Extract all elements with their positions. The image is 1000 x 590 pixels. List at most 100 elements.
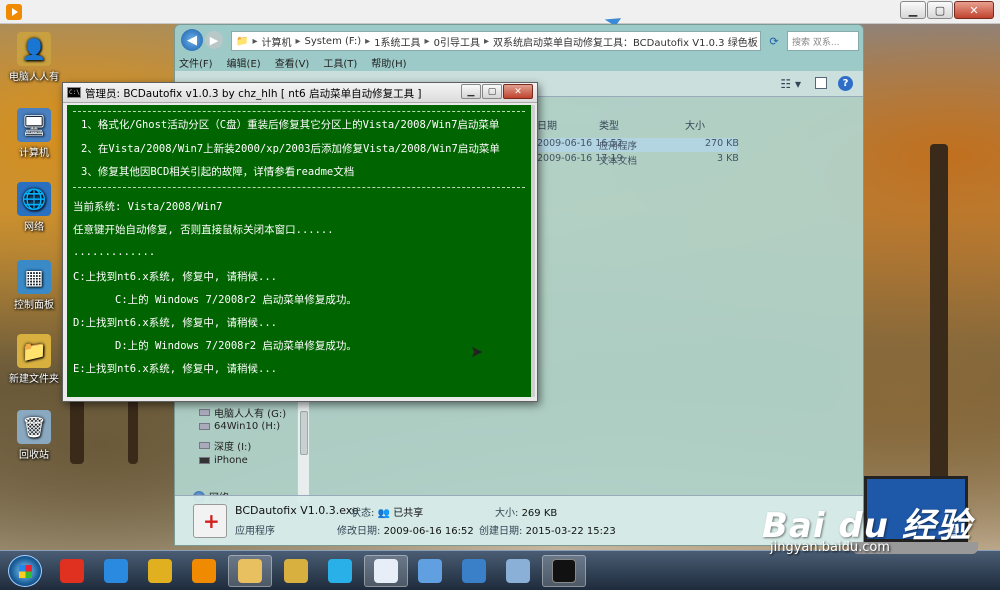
desktop-icon-network[interactable]: 🌐 网络 bbox=[6, 182, 62, 233]
console-divider bbox=[73, 187, 525, 188]
console-line: D:上找到nt6.x系统, 修复中, 请稍候... bbox=[73, 317, 278, 329]
details-size-value: 269 KB bbox=[521, 508, 558, 519]
nav-item-iphone[interactable]: iPhone bbox=[199, 455, 248, 466]
desktop-icon-control-panel[interactable]: ▦ 控制面板 bbox=[6, 260, 62, 311]
taskbar-paint[interactable] bbox=[496, 555, 540, 587]
console-scrollbar[interactable] bbox=[531, 105, 535, 397]
details-state: 状态: 👥 已共享 bbox=[351, 504, 423, 519]
player-title-bar[interactable]: ▁ ▢ ✕ bbox=[0, 0, 1000, 24]
preview-pane-icon[interactable] bbox=[815, 77, 827, 89]
file-row[interactable]: 2009-06-16 16:52 应用程序 270 KB bbox=[537, 138, 739, 152]
menu-view[interactable]: 查看(V) bbox=[275, 55, 310, 70]
view-options-icon[interactable]: ☷ ▾ bbox=[780, 77, 801, 91]
address-bar[interactable]: 📁 ▸ 计算机 ▸ System (F:) ▸ 1系统工具 ▸ 0引导工具 ▸ … bbox=[231, 31, 761, 51]
user-folder-icon: 👤 bbox=[17, 32, 51, 66]
cmd-icon bbox=[552, 559, 576, 583]
details-created-value: 2015-03-22 15:23 bbox=[525, 526, 616, 537]
network-icon: 🌐 bbox=[17, 182, 51, 216]
taskbar-folder[interactable] bbox=[274, 555, 318, 587]
taskbar-qq-browser[interactable] bbox=[318, 555, 362, 587]
menu-tools[interactable]: 工具(T) bbox=[323, 55, 357, 70]
console-divider bbox=[73, 111, 525, 112]
taskbar-cmd[interactable] bbox=[542, 555, 586, 587]
console-maximize-button[interactable]: ▢ bbox=[482, 84, 502, 99]
desktop-icon-label: 网络 bbox=[24, 222, 44, 233]
breadcrumb-item[interactable]: 计算机 bbox=[261, 34, 291, 49]
nav-item-drive-h[interactable]: 64Win10 (H:) bbox=[199, 421, 280, 432]
forward-arrow-icon[interactable]: ▶ bbox=[205, 31, 223, 49]
taskbar bbox=[0, 550, 1000, 590]
taskbar-network[interactable] bbox=[452, 555, 496, 587]
control-panel-icon: ▦ bbox=[17, 260, 51, 294]
desktop-icon-new-folder[interactable]: 📁 新建文件夹 bbox=[6, 334, 62, 385]
minimize-button[interactable]: ▁ bbox=[900, 1, 926, 19]
flower-app-icon bbox=[418, 559, 442, 583]
console-line: 当前系统: Vista/2008/Win7 bbox=[73, 201, 223, 213]
desktop-icon-computer[interactable]: 🖥 计算机 bbox=[6, 108, 62, 159]
breadcrumb-separator: ▸ bbox=[252, 35, 258, 47]
menu-file[interactable]: 文件(F) bbox=[179, 55, 213, 70]
player-window-controls: ▁ ▢ ✕ bbox=[900, 1, 994, 19]
breadcrumb-separator: ▸ bbox=[295, 35, 301, 47]
taskbar-360-browser[interactable] bbox=[50, 555, 94, 587]
console-title-bar[interactable]: C:\ 管理员: BCDautofix v1.0.3 by chz_hlh [ … bbox=[63, 83, 537, 103]
breadcrumb-item[interactable]: 1系统工具 bbox=[374, 34, 420, 49]
console-icon: C:\ bbox=[67, 87, 81, 98]
nav-scrollbar[interactable] bbox=[297, 397, 309, 503]
network-icon bbox=[462, 559, 486, 583]
nav-item-drive-g[interactable]: 电脑人人有 (G:) bbox=[199, 405, 286, 420]
scrollbar-thumb[interactable] bbox=[300, 411, 308, 455]
nav-item-drive-i[interactable]: 深度 (I:) bbox=[199, 438, 251, 453]
close-button[interactable]: ✕ bbox=[954, 1, 994, 19]
console-line: E:上找到nt6.x系统, 修复中, 请稍候... bbox=[73, 363, 278, 375]
desktop-icon-label: 回收站 bbox=[19, 450, 49, 461]
search-input[interactable]: 搜索 双系... bbox=[787, 31, 859, 51]
console-line: C:上的 Windows 7/2008r2 启动菜单修复成功。 bbox=[115, 294, 357, 306]
breadcrumb-separator: ▸ bbox=[424, 35, 430, 47]
menu-edit[interactable]: 编辑(E) bbox=[227, 55, 261, 70]
nav-item-label: 深度 (I:) bbox=[214, 442, 252, 453]
watermark-url: jingyan.baidu.com bbox=[770, 540, 890, 555]
console-line: 2、在Vista/2008/Win7上新装2000/xp/2003后添加修复Vi… bbox=[81, 143, 500, 155]
console-line: D:上的 Windows 7/2008r2 启动菜单修复成功。 bbox=[115, 340, 357, 352]
details-modified-value: 2009-06-16 16:52 bbox=[383, 526, 474, 537]
column-type[interactable]: 类型 bbox=[599, 117, 619, 132]
console-line: 任意键开始自动修复, 否则直接鼠标关闭本窗口...... bbox=[73, 224, 334, 236]
maximize-button[interactable]: ▢ bbox=[927, 1, 953, 19]
notepad-icon bbox=[374, 559, 398, 583]
desktop-icon-user[interactable]: 👤 电脑人人有 bbox=[6, 32, 62, 83]
details-modified: 修改日期: 2009-06-16 16:52 bbox=[337, 522, 474, 537]
folder-icon: 📁 bbox=[236, 35, 249, 47]
media-player-icon bbox=[192, 559, 216, 583]
taskbar-ie[interactable] bbox=[94, 555, 138, 587]
nav-item-label: iPhone bbox=[214, 455, 248, 466]
help-icon[interactable]: ? bbox=[838, 76, 853, 91]
refresh-icon[interactable]: ⟳ bbox=[765, 31, 783, 51]
breadcrumb-item[interactable]: 0引导工具 bbox=[434, 34, 480, 49]
column-date[interactable]: 日期 bbox=[537, 117, 557, 132]
menu-help[interactable]: 帮助(H) bbox=[371, 55, 406, 70]
taskbar-flower-app[interactable] bbox=[408, 555, 452, 587]
back-arrow-icon[interactable]: ◀ bbox=[181, 29, 203, 51]
console-close-button[interactable]: ✕ bbox=[503, 84, 533, 99]
details-file-name: BCDautofix V1.0.3.exe bbox=[235, 504, 359, 517]
taskbar-media-player[interactable] bbox=[182, 555, 226, 587]
console-minimize-button[interactable]: ▁ bbox=[461, 84, 481, 99]
console-line: 1、格式化/Ghost活动分区（C盘）重装后修复其它分区上的Vista/2008… bbox=[81, 119, 500, 131]
breadcrumb-item[interactable]: System (F:) bbox=[305, 36, 362, 47]
console-window-controls: ▁ ▢ ✕ bbox=[461, 84, 533, 99]
breadcrumb-separator: ▸ bbox=[365, 35, 371, 47]
taskbar-explorer[interactable] bbox=[228, 555, 272, 587]
mouse-pointer-icon: ➤ bbox=[470, 342, 484, 361]
taskbar-chrome[interactable] bbox=[138, 555, 182, 587]
column-size[interactable]: 大小 bbox=[685, 117, 705, 132]
start-button[interactable] bbox=[8, 555, 42, 587]
details-pane: BCDautofix V1.0.3.exe 应用程序 状态: 👥 已共享 修改日… bbox=[175, 495, 863, 545]
console-output[interactable]: 1、格式化/Ghost活动分区（C盘）重装后修复其它分区上的Vista/2008… bbox=[67, 105, 533, 397]
desktop-icon-recycle-bin[interactable]: 🗑 回收站 bbox=[6, 410, 62, 461]
folder-icon: 📁 bbox=[17, 334, 51, 368]
taskbar-notepad[interactable] bbox=[364, 555, 408, 587]
desktop-icon-label: 电脑人人有 bbox=[9, 72, 59, 83]
breadcrumb-item[interactable]: 双系统启动菜单自动修复工具：BCDautofix V1.0.3 绿色板 bbox=[493, 34, 758, 49]
drive-icon bbox=[199, 442, 210, 449]
